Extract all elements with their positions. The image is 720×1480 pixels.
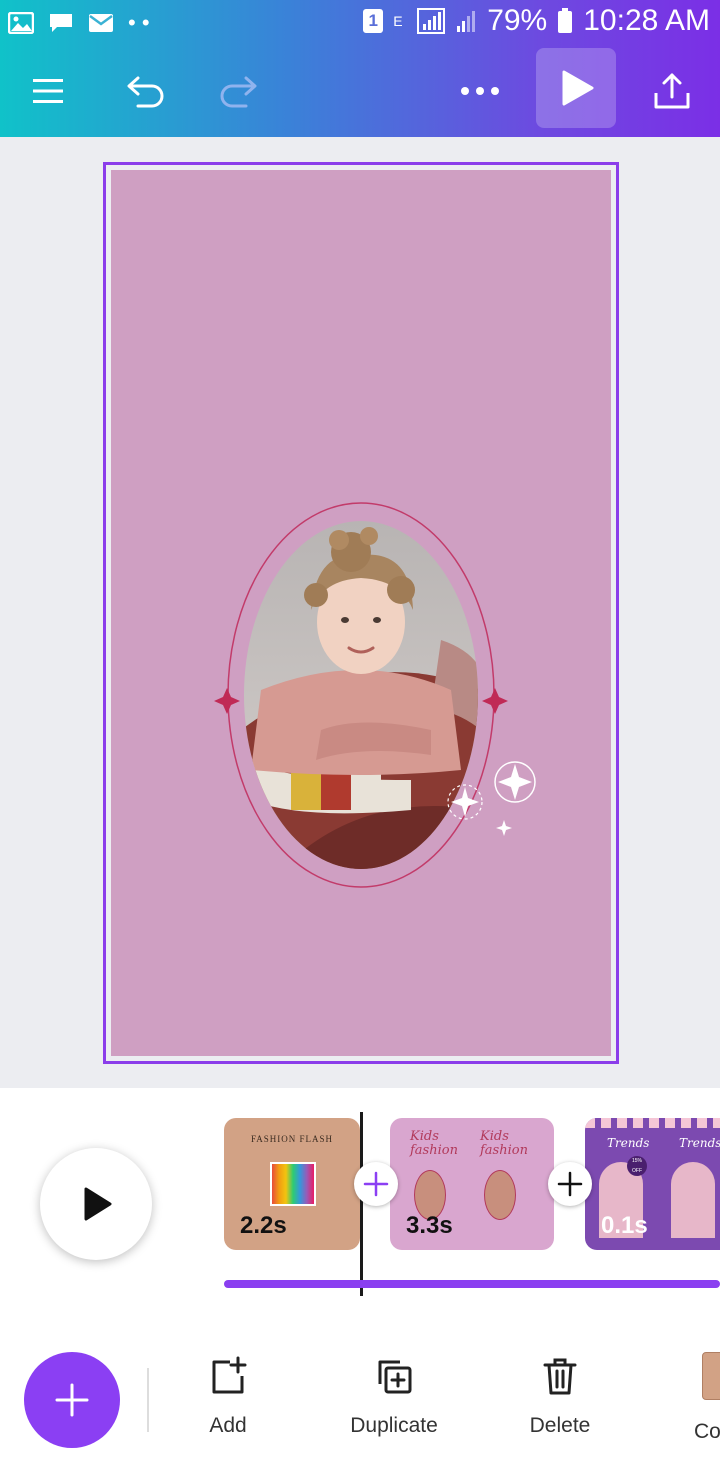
plus-icon bbox=[363, 1171, 389, 1197]
delete-page-button[interactable]: Delete bbox=[500, 1356, 620, 1438]
email-notification-icon bbox=[89, 14, 113, 32]
undo-button[interactable] bbox=[118, 46, 174, 136]
add-page-icon bbox=[212, 1356, 247, 1394]
share-export-icon bbox=[654, 73, 690, 109]
play-icon bbox=[84, 1187, 112, 1221]
undo-icon bbox=[127, 76, 164, 108]
menu-button[interactable] bbox=[20, 46, 76, 136]
sparkle-right-icon bbox=[482, 688, 508, 714]
design-canvas[interactable] bbox=[111, 170, 611, 1056]
clip-thumbnail-title: FASHION FLASH bbox=[250, 1134, 334, 1144]
gallery-notification-icon bbox=[8, 12, 34, 34]
duplicate-label: Duplicate bbox=[350, 1414, 438, 1437]
clip-duration: 0.1s bbox=[601, 1212, 648, 1239]
signal-2-icon bbox=[457, 11, 476, 32]
add-element-button[interactable] bbox=[24, 1352, 120, 1448]
bunting-decoration bbox=[585, 1118, 720, 1128]
status-bar: • • 1 E 79% 10:28 AM bbox=[0, 0, 720, 46]
duplicate-icon bbox=[378, 1360, 412, 1394]
model-photo-thumb bbox=[671, 1162, 715, 1238]
timeline-play-button[interactable] bbox=[40, 1148, 152, 1260]
share-button[interactable] bbox=[644, 46, 700, 136]
battery-percent: 79% bbox=[487, 4, 548, 37]
chat-notification-icon bbox=[50, 14, 72, 32]
child-photo bbox=[244, 521, 478, 869]
duplicate-page-button[interactable]: Duplicate bbox=[334, 1356, 454, 1438]
sparkle-left-icon bbox=[214, 688, 240, 714]
timeline-clip-2[interactable]: Kids fashion Kids fashion 3.3s bbox=[390, 1118, 554, 1250]
oval-photo-thumb bbox=[484, 1170, 516, 1220]
clothes-rack-image bbox=[270, 1162, 316, 1206]
top-app-bar: • • 1 E 79% 10:28 AM bbox=[0, 0, 720, 137]
more-options-button[interactable] bbox=[452, 46, 508, 136]
clip-thumbnail-title-2: Trends bbox=[679, 1136, 720, 1150]
timeline-progress-bar[interactable] bbox=[224, 1280, 720, 1288]
more-dots-icon bbox=[461, 87, 499, 95]
timeline-playhead[interactable] bbox=[360, 1112, 363, 1296]
add-label: Add bbox=[209, 1414, 247, 1437]
clip-thumbnail-title: Trends bbox=[607, 1136, 650, 1150]
editor-toolbar bbox=[0, 46, 720, 136]
clip-thumbnail-title-2: Kids fashion bbox=[480, 1129, 528, 1158]
notification-icons: • • bbox=[8, 10, 150, 36]
clip-duration: 2.2s bbox=[240, 1212, 287, 1239]
system-status: 1 E 79% 10:28 AM bbox=[363, 4, 710, 38]
insert-clip-button-1[interactable] bbox=[354, 1162, 398, 1206]
selected-page-frame[interactable] bbox=[103, 162, 619, 1064]
action-divider bbox=[147, 1368, 149, 1432]
plus-icon bbox=[55, 1383, 89, 1417]
play-icon bbox=[562, 70, 594, 106]
more-notifications-icon: • • bbox=[128, 10, 150, 35]
delete-label: Delete bbox=[529, 1414, 591, 1437]
color-label: Co bbox=[694, 1420, 720, 1443]
clip-duration: 3.3s bbox=[406, 1212, 453, 1239]
redo-icon bbox=[220, 76, 257, 108]
plus-icon bbox=[557, 1171, 583, 1197]
color-button[interactable]: Co bbox=[666, 1352, 720, 1444]
sparkle-small-icon bbox=[496, 820, 512, 836]
add-page-button[interactable]: Add bbox=[168, 1356, 288, 1438]
timeline-panel: FASHION FLASH 2.2s Kids fashion Kids fas… bbox=[0, 1088, 720, 1480]
insert-clip-button-2[interactable] bbox=[548, 1162, 592, 1206]
battery-icon bbox=[558, 8, 573, 33]
timeline-clip-1[interactable]: FASHION FLASH 2.2s bbox=[224, 1118, 360, 1250]
hamburger-menu-icon bbox=[33, 79, 63, 103]
trash-icon bbox=[543, 1358, 577, 1395]
sparkle-large-icon bbox=[498, 764, 532, 800]
timeline-clip-3[interactable]: Trends Trends 15% OFF 0.1s bbox=[585, 1118, 720, 1250]
clock: 10:28 AM bbox=[583, 4, 710, 37]
color-swatch-icon bbox=[702, 1352, 720, 1400]
signal-icon bbox=[417, 8, 446, 34]
oval-photo-frame[interactable] bbox=[111, 170, 611, 1056]
sim-icon: 1 bbox=[363, 9, 384, 33]
redo-button[interactable] bbox=[210, 46, 266, 136]
preview-play-button[interactable] bbox=[536, 48, 616, 128]
data-network-icon: E bbox=[393, 13, 403, 29]
discount-badge: 15% OFF bbox=[627, 1156, 647, 1176]
clip-thumbnail-title: Kids fashion bbox=[410, 1129, 458, 1158]
